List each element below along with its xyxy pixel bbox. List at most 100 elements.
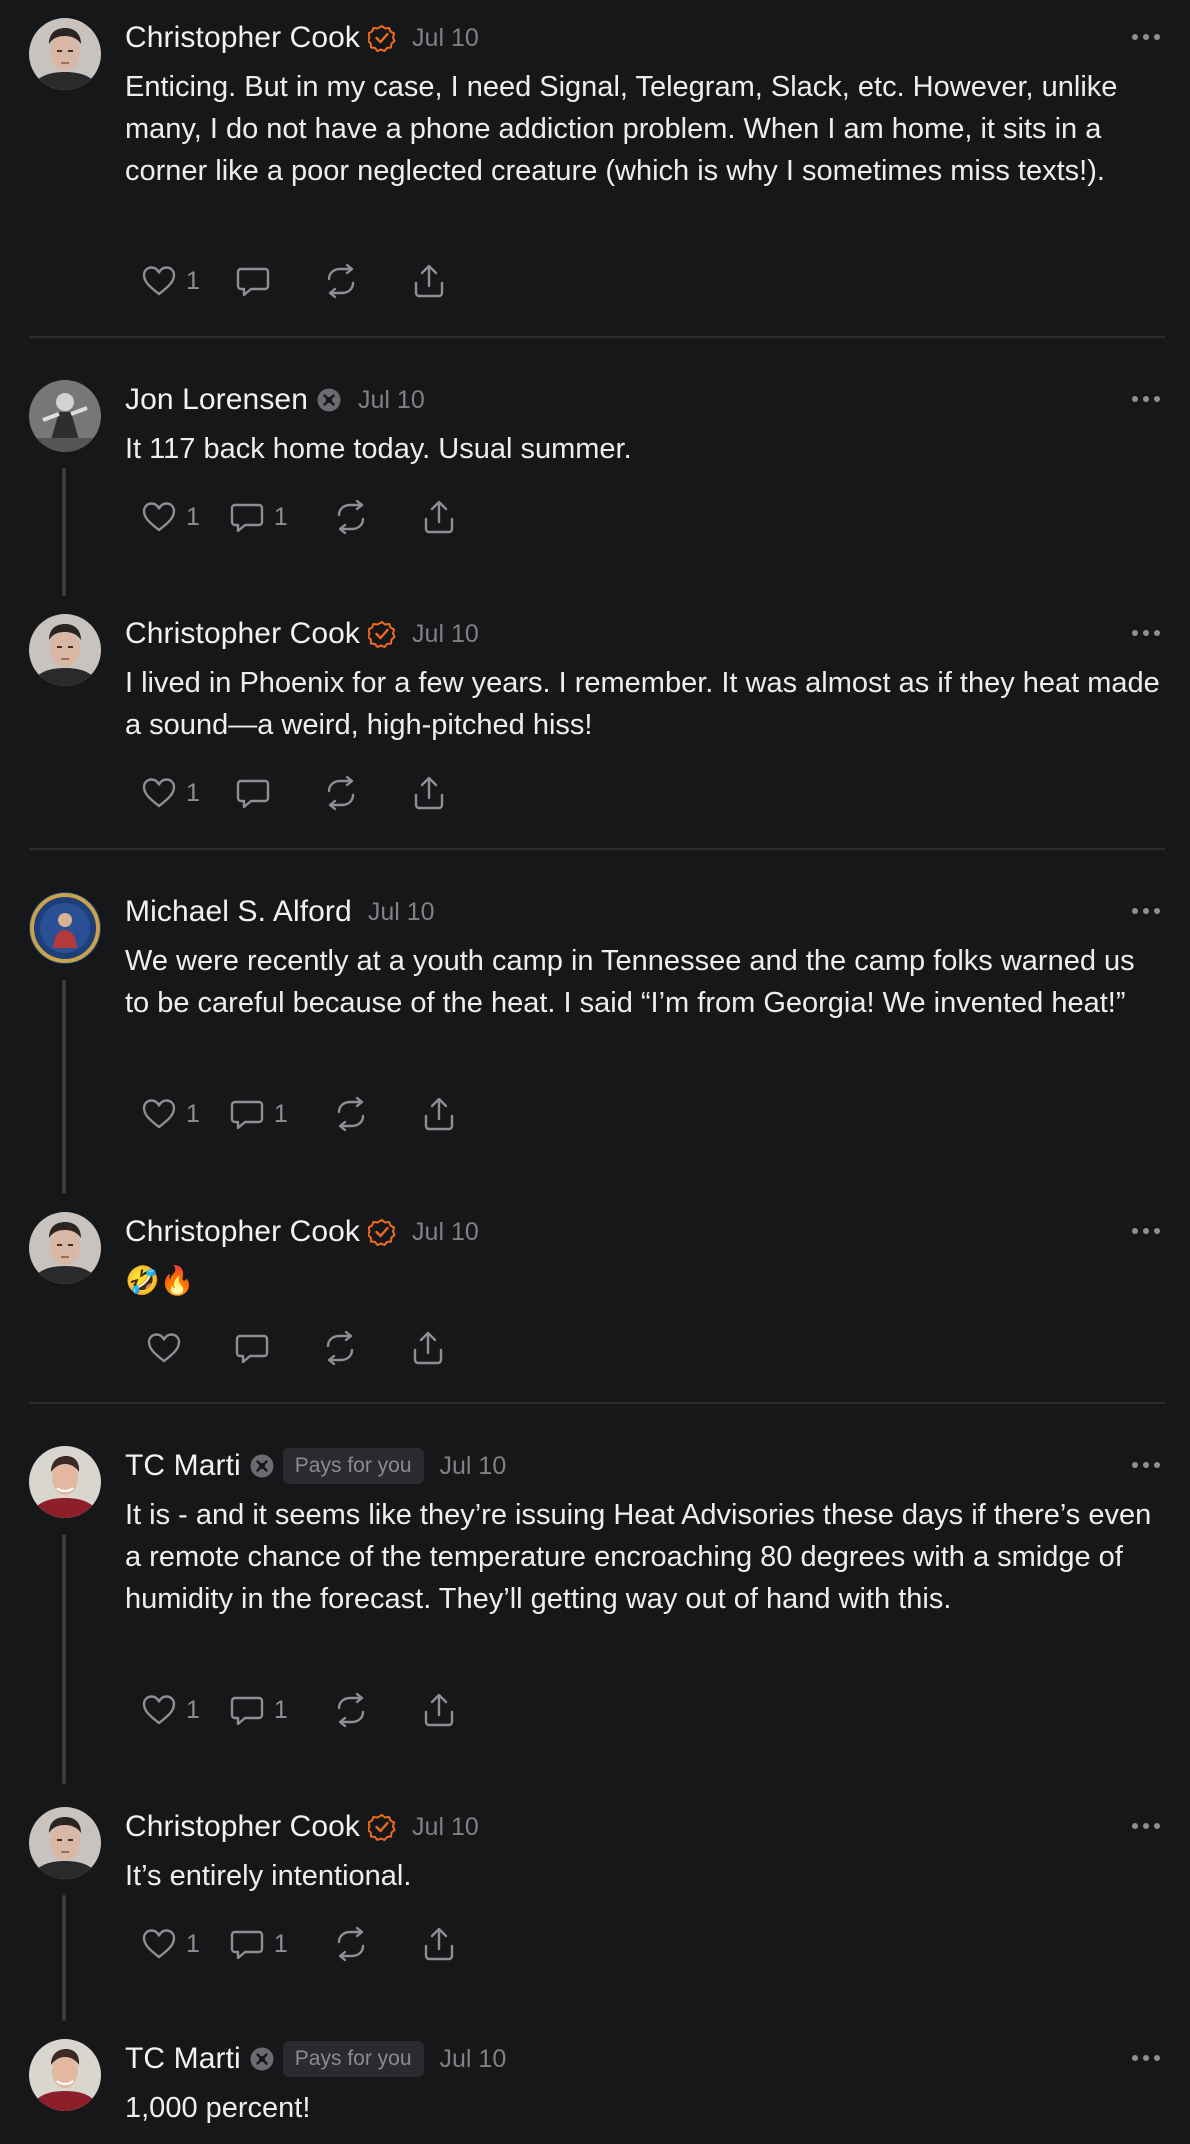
more-icon[interactable]	[1132, 1221, 1160, 1241]
share-button[interactable]	[420, 1922, 458, 1966]
author-name[interactable]: Michael S. Alford	[125, 895, 352, 929]
restack-button[interactable]	[332, 495, 370, 539]
reply-button[interactable]	[234, 259, 272, 303]
avatar[interactable]	[29, 1807, 101, 1879]
author-name[interactable]: TC Marti	[125, 2042, 241, 2076]
comment-icon	[234, 262, 272, 300]
author-name[interactable]: Christopher Cook	[125, 617, 360, 651]
comment-icon	[228, 1095, 266, 1133]
verified-check-icon	[368, 620, 396, 648]
action-bar: 1 1	[140, 1922, 458, 1966]
restack-icon	[332, 1095, 370, 1133]
reply-button[interactable]	[234, 771, 272, 815]
heart-icon	[145, 1329, 183, 1367]
restack-icon	[322, 774, 360, 812]
post-date[interactable]: Jul 10	[440, 1452, 507, 1481]
more-icon[interactable]	[1132, 1455, 1160, 1475]
more-icon[interactable]	[1132, 2048, 1160, 2068]
avatar[interactable]	[29, 1446, 101, 1518]
share-button[interactable]	[420, 1092, 458, 1136]
share-button[interactable]	[420, 495, 458, 539]
like-button[interactable]: 1	[140, 1688, 200, 1732]
more-icon[interactable]	[1132, 1816, 1160, 1836]
more-icon[interactable]	[1132, 901, 1160, 921]
post-date[interactable]: Jul 10	[358, 386, 425, 415]
verified-check-icon	[368, 1813, 396, 1841]
avatar[interactable]	[29, 18, 101, 90]
post-text: Enticing. But in my case, I need Signal,…	[125, 71, 1118, 187]
like-button[interactable]: 1	[140, 771, 200, 815]
post-date[interactable]: Jul 10	[412, 620, 479, 649]
reply-button[interactable]: 1	[228, 495, 288, 539]
avatar[interactable]	[29, 2039, 101, 2111]
reply-button[interactable]	[233, 1326, 271, 1370]
share-icon	[410, 774, 448, 812]
share-icon	[409, 1329, 447, 1367]
restack-button[interactable]	[321, 1326, 359, 1370]
author-name[interactable]: TC Marti	[125, 1449, 241, 1483]
like-count: 1	[186, 1099, 200, 1128]
avatar[interactable]	[29, 614, 101, 686]
heart-icon	[140, 1925, 178, 1963]
share-button[interactable]	[409, 1326, 447, 1370]
share-icon	[410, 262, 448, 300]
restack-button[interactable]	[332, 1922, 370, 1966]
like-button[interactable]: 1	[140, 1922, 200, 1966]
like-button[interactable]	[145, 1326, 183, 1370]
like-button[interactable]: 1	[140, 259, 200, 303]
action-bar: 1 1	[140, 1688, 458, 1732]
badge-icon	[316, 387, 342, 413]
action-bar: 1	[140, 771, 448, 815]
post-header: Christopher Cook Jul 10	[125, 614, 479, 654]
post-header: Michael S. Alford Jul 10	[125, 892, 435, 932]
divider	[29, 848, 1165, 850]
comment-icon	[234, 774, 272, 812]
like-count: 1	[186, 1695, 200, 1724]
more-icon[interactable]	[1132, 623, 1160, 643]
pays-for-you-tag: Pays for you	[282, 2041, 424, 2077]
restack-button[interactable]	[322, 259, 360, 303]
share-button[interactable]	[410, 771, 448, 815]
restack-button[interactable]	[332, 1092, 370, 1136]
post-date[interactable]: Jul 10	[412, 1218, 479, 1247]
post-text: 1,000 percent!	[125, 2092, 311, 2124]
comment-icon	[228, 498, 266, 536]
reply-button[interactable]: 1	[228, 1922, 288, 1966]
action-bar: 1	[140, 259, 448, 303]
heart-icon	[140, 262, 178, 300]
restack-button[interactable]	[332, 1688, 370, 1732]
author-name[interactable]: Christopher Cook	[125, 1810, 360, 1844]
heart-icon	[140, 1095, 178, 1133]
post-text: I lived in Phoenix for a few years. I re…	[125, 667, 1160, 741]
divider	[29, 1402, 1165, 1404]
share-button[interactable]	[420, 1688, 458, 1732]
reply-button[interactable]: 1	[228, 1688, 288, 1732]
more-icon[interactable]	[1132, 27, 1160, 47]
post-date[interactable]: Jul 10	[412, 1813, 479, 1842]
restack-icon	[332, 498, 370, 536]
post-date[interactable]: Jul 10	[412, 24, 479, 53]
avatar[interactable]	[29, 1212, 101, 1284]
comment-icon	[228, 1691, 266, 1729]
post-date[interactable]: Jul 10	[368, 898, 435, 927]
author-name[interactable]: Christopher Cook	[125, 1215, 360, 1249]
action-bar	[145, 1326, 447, 1370]
more-icon[interactable]	[1132, 389, 1160, 409]
divider	[29, 336, 1165, 338]
like-button[interactable]: 1	[140, 495, 200, 539]
avatar[interactable]	[29, 380, 101, 452]
author-name[interactable]: Christopher Cook	[125, 21, 360, 55]
reply-count: 1	[273, 1929, 288, 1958]
reply-button[interactable]: 1	[228, 1092, 288, 1136]
post-date[interactable]: Jul 10	[440, 2045, 507, 2074]
like-button[interactable]: 1	[140, 1092, 200, 1136]
reply-count: 1	[273, 1099, 288, 1128]
comment-post: Michael S. Alford Jul 10 We were recentl…	[0, 874, 1190, 1194]
restack-button[interactable]	[322, 771, 360, 815]
author-name[interactable]: Jon Lorensen	[125, 383, 308, 417]
restack-icon	[332, 1925, 370, 1963]
post-header: Christopher Cook Jul 10	[125, 18, 479, 58]
avatar[interactable]	[29, 892, 101, 964]
post-header: TC Marti Pays for you Jul 10	[125, 1446, 506, 1486]
share-button[interactable]	[410, 259, 448, 303]
